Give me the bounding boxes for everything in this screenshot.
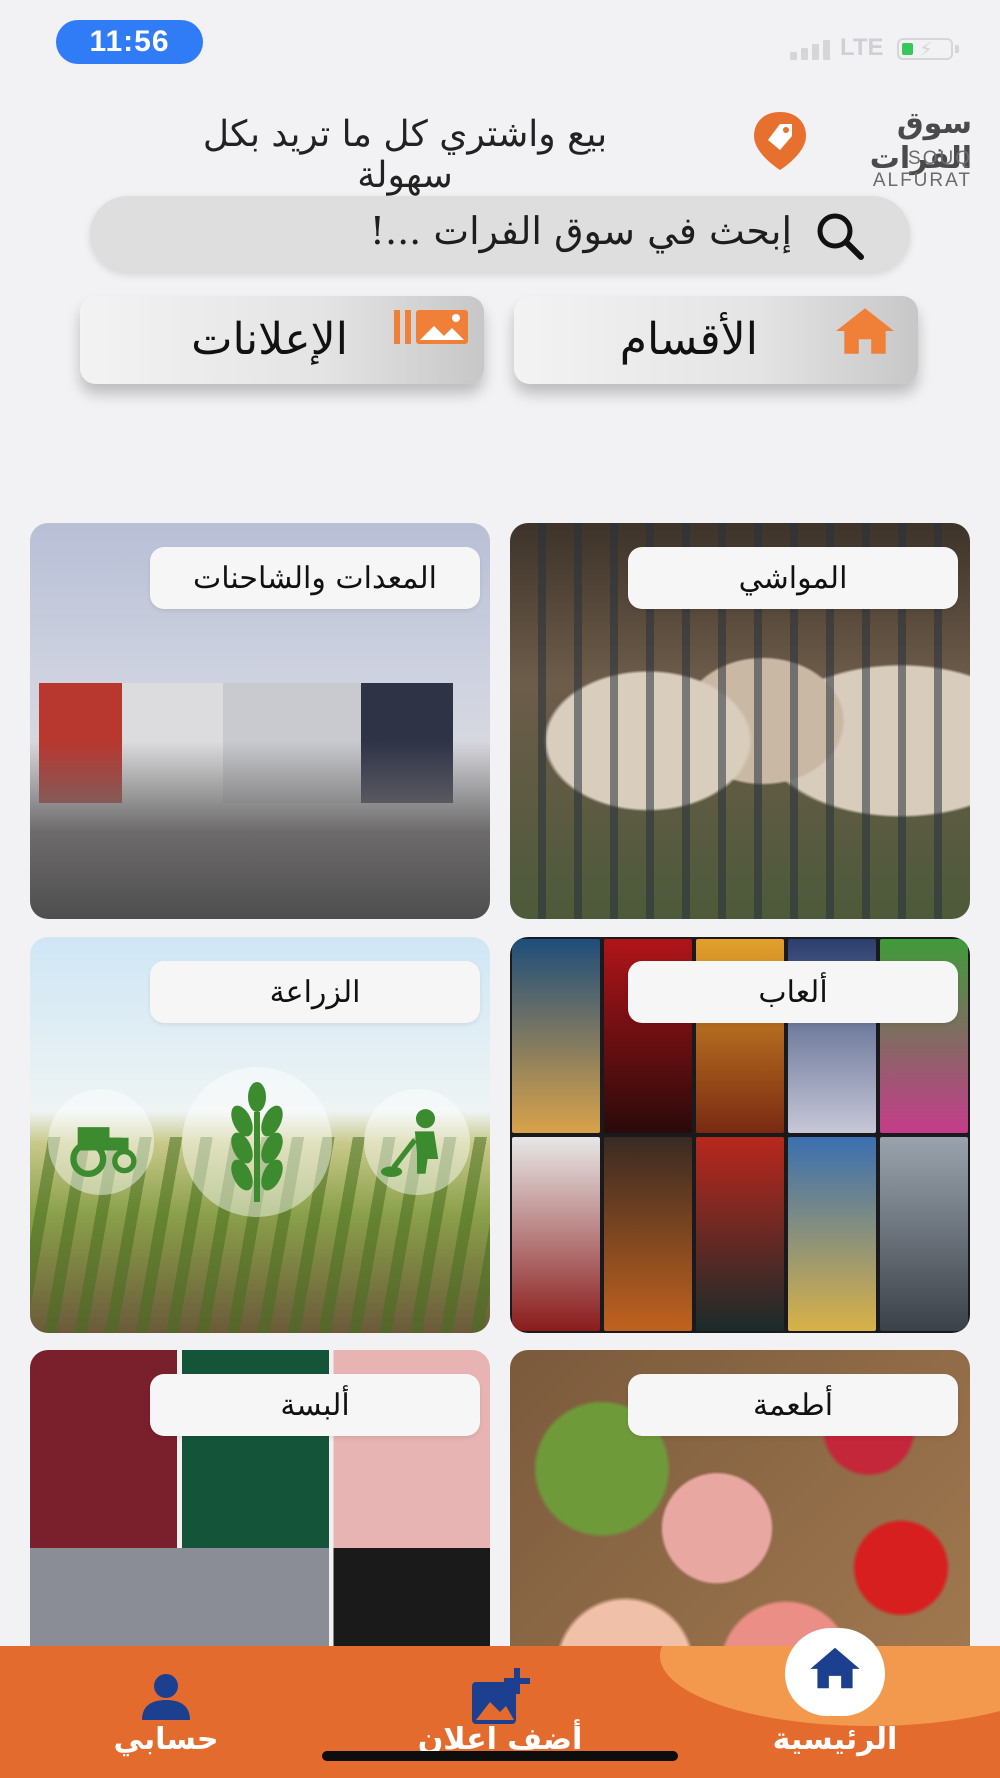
status-time: 11:56 xyxy=(56,20,203,64)
category-label: الزراعة xyxy=(150,961,480,1023)
category-label: ألبسة xyxy=(150,1374,480,1436)
category-tile-livestock[interactable]: المواشي xyxy=(510,523,970,919)
home-indicator xyxy=(322,1751,678,1761)
account-icon[interactable] xyxy=(136,1672,196,1722)
category-tile-equipment-trucks[interactable]: المعدات والشاحنات xyxy=(30,523,490,919)
home-tab-label[interactable]: الرئيسية xyxy=(770,1722,900,1757)
ads-button[interactable]: الإعلانات xyxy=(80,296,484,384)
home-tab[interactable] xyxy=(785,1628,885,1716)
category-label: أطعمة xyxy=(628,1374,958,1436)
search-icon xyxy=(817,213,864,260)
search-placeholder: إبحث في سوق الفرات ...! xyxy=(369,209,792,253)
signal-icon xyxy=(790,38,830,60)
search-bar[interactable]: إبحث في سوق الفرات ...! xyxy=(90,196,910,272)
tractor-icon xyxy=(48,1089,154,1195)
image-gallery-icon xyxy=(394,310,468,344)
category-label: المعدات والشاحنات xyxy=(150,547,480,609)
wheat-icon xyxy=(182,1067,332,1217)
app-header: سوق الفرات SOUQ ALFURAT بيع واشتري كل ما… xyxy=(0,100,1000,196)
category-tile-games[interactable]: ألعاب xyxy=(510,937,970,1333)
category-tile-agriculture[interactable]: الزراعة xyxy=(30,937,490,1333)
category-label: المواشي xyxy=(628,547,958,609)
farmer-icon xyxy=(364,1089,470,1195)
category-label: ألعاب xyxy=(628,961,958,1023)
battery-nub xyxy=(955,45,959,53)
home-icon xyxy=(836,308,894,354)
add-photo-icon[interactable] xyxy=(468,1666,532,1730)
account-tab-label[interactable]: حسابي xyxy=(106,1722,226,1757)
logo-text-english: SOUQ ALFURAT xyxy=(872,148,972,191)
sections-label: الأقسام xyxy=(619,314,758,365)
logo-tag-icon xyxy=(754,112,806,170)
sections-button[interactable]: الأقسام xyxy=(514,296,918,384)
tagline: بيع واشتري كل ما تريد بكل سهولة xyxy=(202,114,608,196)
home-icon xyxy=(810,1647,860,1689)
network-type: LTE xyxy=(840,34,884,61)
battery-icon: ⚡ xyxy=(897,37,953,61)
status-bar: 11:56 LTE ⚡ xyxy=(0,0,1000,90)
ads-label: الإعلانات xyxy=(191,314,348,365)
